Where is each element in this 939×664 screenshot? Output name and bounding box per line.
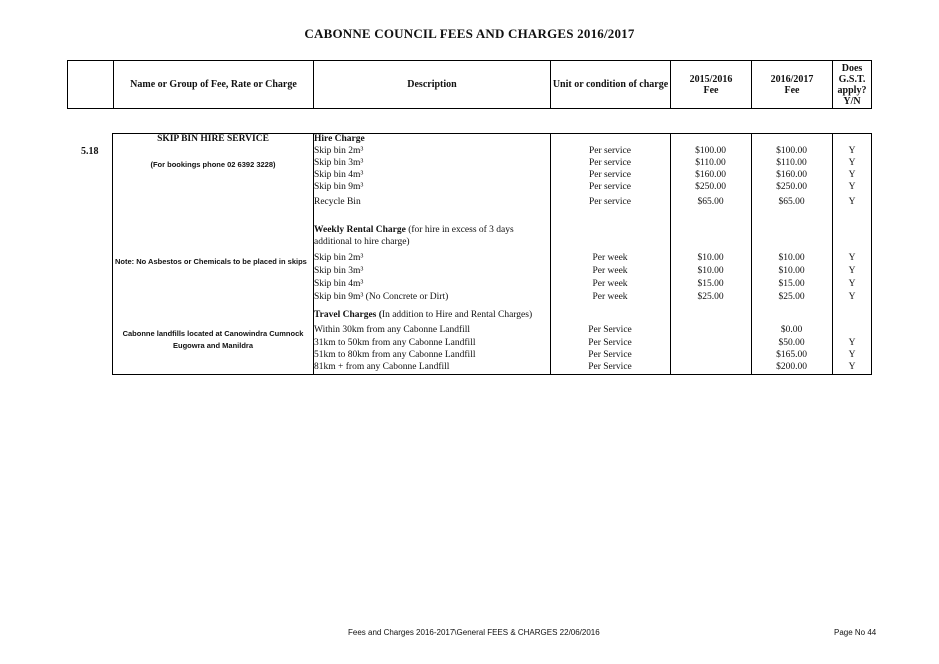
row-unit: Per service	[589, 146, 631, 156]
row-description: Skip bin 3m³	[314, 158, 364, 168]
row-unit: Per Service	[588, 325, 632, 335]
row-unit: Per Service	[588, 362, 632, 372]
header-fee-2016: 2016/2017 Fee	[770, 73, 814, 96]
row-fee-2015: $25.00	[697, 292, 724, 302]
row-fee-2016: $10.00	[778, 266, 805, 276]
row-fee-2016: $10.00	[778, 253, 805, 263]
row-unit: Per week	[592, 279, 628, 289]
row-fee-2016: $250.00	[776, 182, 807, 192]
row-fee-2015: $250.00	[695, 182, 726, 192]
asbestos-note: Note: No Asbestos or Chemicals to be pla…	[115, 257, 307, 266]
row-fee-2015: $65.00	[697, 197, 724, 207]
header-gst: Does G.S.T. apply? Y/N	[837, 62, 867, 107]
row-fee-2016: $165.00	[776, 350, 807, 360]
row-fee-2015: $100.00	[695, 146, 726, 156]
row-description: Skip bin 2m³	[314, 253, 364, 263]
header-name: Name or Group of Fee, Rate or Charge	[130, 79, 297, 90]
hire-charge-heading: Hire Charge	[314, 134, 365, 144]
row-description: Skip bin 9m³	[314, 182, 364, 192]
row-fee-2015: $110.00	[695, 158, 726, 168]
header-unit: Unit or condition of charge	[552, 79, 669, 90]
row-description: Within 30km from any Cabonne Landfill	[314, 325, 471, 335]
row-description: Recycle Bin	[314, 197, 361, 207]
row-unit: Per week	[592, 292, 628, 302]
row-gst: Y	[848, 170, 856, 180]
row-fee-2016: $100.00	[776, 146, 807, 156]
page-title: CABONNE COUNCIL FEES AND CHARGES 2016/20…	[304, 26, 635, 41]
page-number: Page No 44	[834, 628, 877, 637]
section-name: SKIP BIN HIRE SERVICE	[157, 134, 269, 144]
row-description: Skip bin 2m³	[314, 146, 364, 156]
row-fee-2016: $0.00	[780, 325, 803, 335]
row-fee-2015: $10.00	[697, 266, 724, 276]
row-gst: Y	[848, 350, 856, 360]
row-fee-2015: $10.00	[697, 253, 724, 263]
row-unit: Per week	[592, 266, 628, 276]
row-gst: Y	[848, 158, 856, 168]
row-fee-2015: $160.00	[695, 170, 726, 180]
footer-file-path: Fees and Charges 2016-2017\General FEES …	[348, 628, 600, 637]
row-gst: Y	[848, 197, 856, 207]
row-unit: Per Service	[588, 350, 632, 360]
weekly-rental-heading-line2: additional to hire charge)	[314, 237, 410, 247]
row-gst: Y	[848, 338, 856, 348]
row-fee-2016: $25.00	[778, 292, 805, 302]
landfills-note: Cabonne landfills located at Canowindra …	[122, 329, 304, 338]
row-gst: Y	[848, 279, 856, 289]
row-gst: Y	[848, 266, 856, 276]
row-description: 81km + from any Cabonne Landfill	[314, 362, 450, 372]
row-gst: Y	[848, 253, 856, 263]
row-fee-2016: $50.00	[778, 338, 805, 348]
header-description: Description	[407, 79, 457, 90]
row-unit: Per Service	[588, 338, 632, 348]
row-fee-2016: $200.00	[776, 362, 807, 372]
row-unit: Per service	[589, 197, 631, 207]
row-fee-2016: $160.00	[776, 170, 807, 180]
row-description: Skip bin 3m³	[314, 266, 364, 276]
section-number: 5.18	[81, 146, 99, 157]
travel-charges-heading: Travel Charges (In addition to Hire and …	[314, 310, 533, 320]
row-description: Skip bin 4m³	[314, 170, 364, 180]
table-header: Name or Group of Fee, Rate or Charge Des…	[67, 60, 872, 109]
row-unit: Per week	[592, 253, 628, 263]
row-description: Skip bin 9m³ (No Concrete or Dirt)	[314, 292, 449, 302]
row-description: Skip bin 4m³	[314, 279, 364, 289]
row-fee-2016: $65.00	[778, 197, 805, 207]
row-description: 31km to 50km from any Cabonne Landfill	[314, 338, 476, 348]
row-fee-2015: $15.00	[697, 279, 724, 289]
row-unit: Per service	[589, 170, 631, 180]
row-gst: Y	[848, 362, 856, 372]
row-fee-2016: $15.00	[778, 279, 805, 289]
landfills-note-line2: Eugowra and Manildra	[172, 341, 253, 350]
row-gst: Y	[848, 292, 856, 302]
row-fee-2016: $110.00	[776, 158, 807, 168]
row-description: 51km to 80km from any Cabonne Landfill	[314, 350, 476, 360]
bookings-note: (For bookings phone 02 6392 3228)	[150, 160, 276, 169]
row-unit: Per service	[589, 158, 631, 168]
header-fee-2015: 2015/2016 Fee	[689, 73, 733, 96]
weekly-rental-heading: Weekly Rental Charge (for hire in excess…	[314, 225, 514, 235]
row-unit: Per service	[589, 182, 631, 192]
row-gst: Y	[848, 146, 856, 156]
row-gst: Y	[848, 182, 856, 192]
